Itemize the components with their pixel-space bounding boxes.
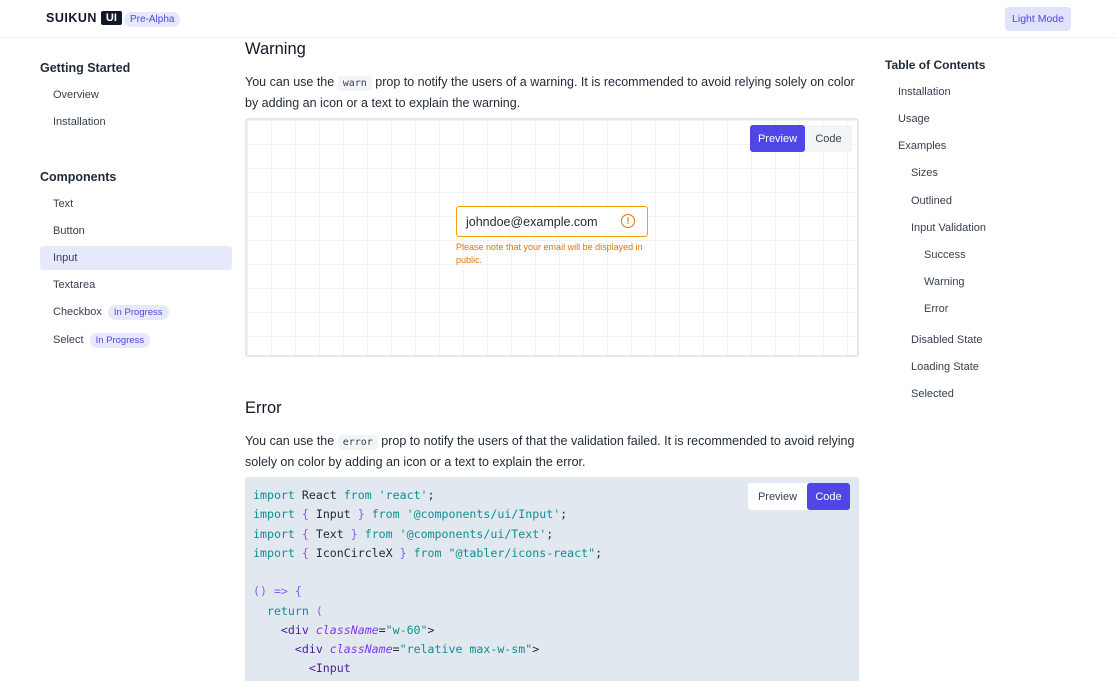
toc-item[interactable]: Success [924,249,966,261]
sidebar-heading-components: Components [40,170,117,184]
toc-item[interactable]: Error [924,303,948,315]
status-badge: In Progress [89,332,151,348]
warning-view-tabs: Preview Code [750,125,852,152]
top-bar: SUIKUN UI Pre-Alpha Light Mode [0,0,1117,38]
sidebar-item-label: Overview [53,89,99,101]
sidebar-item-textarea[interactable]: Textarea [40,273,232,297]
sidebar-item-text[interactable]: Text [40,192,232,216]
error-description: You can use the error prop to notify the… [245,432,855,472]
warning-preview-panel [245,118,859,357]
toc-item[interactable]: Examples [898,140,946,152]
description-text: prop to notify the users of a warning. I… [245,75,855,110]
sidebar-item-input[interactable]: Input [40,246,232,270]
theme-mode-button[interactable]: Light Mode [1005,7,1071,31]
description-text: You can use the [245,75,335,89]
inline-code: error [337,435,378,450]
sidebar-item-label: Textarea [53,279,96,291]
sidebar-item-label: Input [53,252,78,264]
toc-item[interactable]: Selected [911,388,954,400]
status-badge: In Progress [107,304,169,320]
email-field-value: johndoe@example.com [466,214,598,229]
toc-item[interactable]: Loading State [911,361,979,373]
sidebar-item-label: Button [53,225,85,237]
section-title-error: Error [245,399,282,417]
sidebar-item-select[interactable]: Select In Progress [40,328,232,352]
sidebar-item-label: Select [53,334,84,346]
description-text: prop to notify the users of that the val… [245,434,855,469]
error-view-tabs: Preview Code [748,483,850,510]
toc-title: Table of Contents [885,58,986,72]
tab-code[interactable]: Code [807,483,850,510]
toc-item[interactable]: Outlined [911,195,952,207]
toc-item[interactable]: Input Validation [911,222,986,234]
sidebar-heading-getting-started: Getting Started [40,61,131,75]
sidebar-item-overview[interactable]: Overview [40,83,232,107]
logo-text: SUIKUN [46,11,97,25]
logo[interactable]: SUIKUN UI [46,11,122,25]
warning-description: You can use the warn prop to notify the … [245,73,855,113]
section-title-warning: Warning [245,40,306,58]
tab-code[interactable]: Code [805,125,852,152]
warning-message: Please note that your email will be disp… [456,242,643,265]
sidebar-item-label: Checkbox [53,306,102,318]
tab-preview[interactable]: Preview [748,483,807,510]
toc-item[interactable]: Usage [898,113,930,125]
description-text: You can use the [245,434,335,448]
email-field[interactable]: johndoe@example.com ! [456,206,648,237]
sidebar-item-label: Installation [53,116,106,128]
logo-badge: UI [100,11,122,25]
tab-preview[interactable]: Preview [750,125,805,152]
toc-item[interactable]: Installation [898,86,951,98]
sidebar-item-button[interactable]: Button [40,219,232,243]
stage-badge: Pre-Alpha [124,12,181,27]
alert-circle-icon: ! [621,214,635,228]
sidebar-item-label: Text [53,198,74,210]
sidebar-item-checkbox[interactable]: Checkbox In Progress [40,300,232,324]
sidebar-item-installation[interactable]: Installation [40,110,232,134]
toc-item[interactable]: Disabled State [911,334,983,346]
toc-item[interactable]: Sizes [911,167,938,179]
toc-item[interactable]: Warning [924,276,965,288]
inline-code: warn [337,76,372,91]
code-block[interactable]: import React from 'react'; import { Inpu… [253,486,602,679]
